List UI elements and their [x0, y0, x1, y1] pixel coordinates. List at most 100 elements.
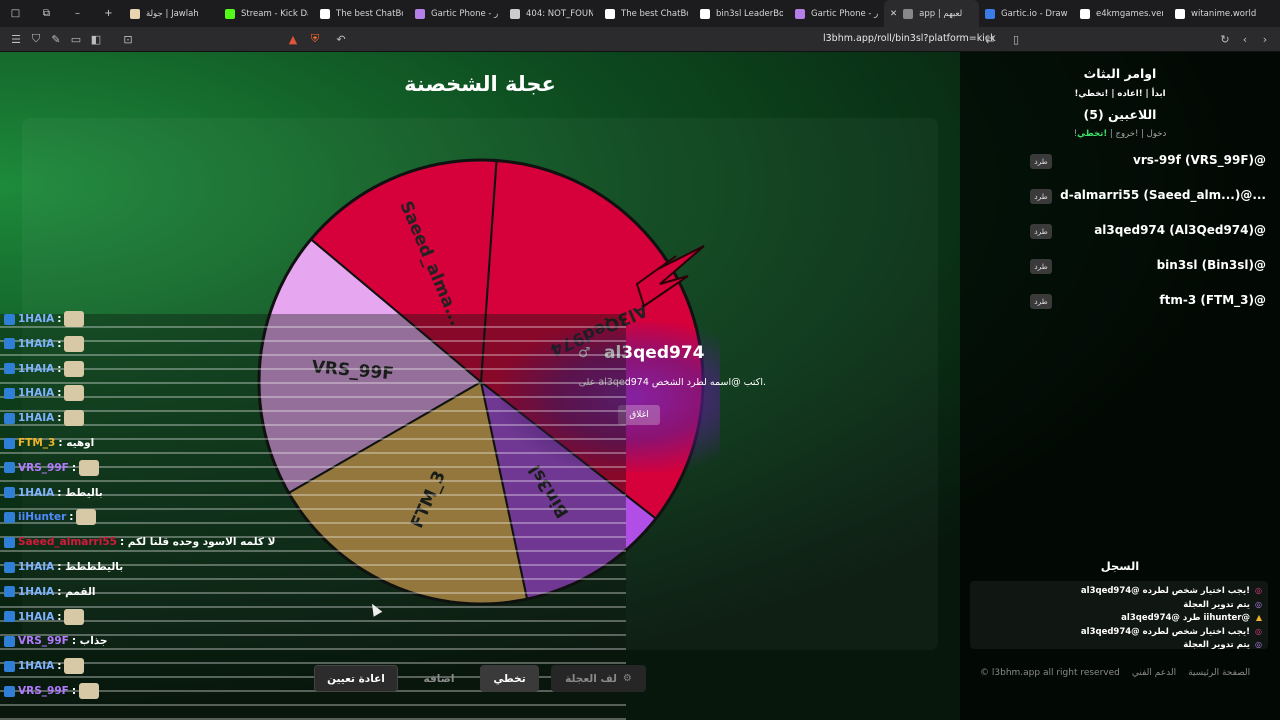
browser-tab[interactable]: bin3sl LeaderBoa [694, 0, 789, 27]
reload-icon[interactable]: ↻ [1215, 29, 1235, 49]
page-title: عجلة الشخصنة [404, 72, 556, 96]
log-entry-icon: ◎ [1255, 626, 1262, 636]
tabs-icon[interactable]: ▭ [66, 29, 86, 49]
new-tab-icon[interactable]: + [93, 0, 124, 27]
chat-text: : القمم [57, 585, 96, 598]
browser-tab[interactable]: جولة | Jawlah [124, 0, 219, 27]
chat-text: : باليطط [57, 486, 103, 499]
tab-favicon-icon [1080, 8, 1090, 19]
chat-emote-icon [64, 335, 85, 352]
chat-text: : جذاب [71, 635, 108, 648]
chat-badge-icon [4, 635, 15, 647]
player-name: bin3sl (Bin3sl)@ [1156, 258, 1266, 272]
url-text[interactable]: l3bhm.app/roll/bin3sl?platform=kick [823, 33, 996, 44]
chat-badge-icon [4, 412, 15, 424]
log-entry: يتم تدوير العجلة [1183, 640, 1250, 649]
chat-badge-icon [4, 437, 15, 449]
chat-badge-icon [4, 611, 15, 623]
browser-tab[interactable]: Gartic Phone - ور [409, 0, 504, 27]
bookmark-icon[interactable]: ▯ [1006, 29, 1026, 49]
chat-text: : [69, 511, 74, 524]
chat-text: : [71, 685, 77, 697]
chat-emote-icon [79, 683, 100, 699]
screenshot-icon[interactable]: ⊡ [118, 29, 138, 49]
tab-favicon-icon [130, 8, 140, 19]
page: عجلة الشخصنة Al3Qed974Saeed_alma...VRS_9… [0, 52, 1280, 720]
chat-username: FTM_3 [18, 437, 56, 449]
player-row: طرد ftm-3 (FTM_3)@ [1026, 292, 1266, 312]
log-entry-icon: ◎ [1255, 586, 1262, 595]
chat-emote-icon [64, 385, 85, 402]
reset-button[interactable]: اعادة تعيين [314, 665, 398, 692]
browser-tab[interactable]: Gartic.io - Draw, [979, 0, 1074, 27]
tab-pin-icon[interactable]: ⧉ [31, 0, 62, 27]
chat-badge-icon [4, 338, 15, 350]
tab-label: The best ChatBot [336, 8, 403, 19]
chat-text: : [57, 660, 62, 673]
commands-list: !ابدأ | !اعاده | !تخطي [1074, 89, 1166, 99]
browser-tab[interactable]: Gartic Phone - ور [789, 0, 884, 27]
player-name: al3qed974 (Al3Qed974)@ [1094, 223, 1266, 237]
sidebar-toggle-icon[interactable]: ◧ [86, 29, 106, 49]
chat-emote-icon [64, 410, 85, 427]
tab-list-icon[interactable]: □ [0, 0, 31, 27]
browser-tab[interactable]: ✕ app | لعبهم [884, 0, 979, 27]
player-row: طرد bin3sl (Bin3sl)@ [1026, 257, 1266, 277]
close-button[interactable]: اغلاق [618, 405, 660, 425]
tab-close-icon[interactable]: ✕ [890, 9, 897, 19]
back-icon[interactable]: ‹ [1235, 29, 1255, 49]
share-link-icon[interactable]: ⇄ [980, 29, 1000, 49]
join-skip: !تخطي [1077, 129, 1108, 139]
tab-label: Gartic Phone - ور [811, 8, 878, 19]
chat-text: : باليطططط [57, 561, 124, 573]
log-title: السجل [1100, 559, 1140, 573]
tab-label: The best ChatBot [621, 8, 688, 19]
browser-tab[interactable]: e4kmgames.verce [1074, 0, 1169, 27]
tab-favicon-icon [1175, 8, 1185, 19]
brave-rewards-icon[interactable]: ▲ [283, 29, 303, 49]
brave-shield-icon[interactable]: ⛨ [305, 29, 325, 49]
chat-badge-icon [4, 561, 15, 573]
tab-favicon-icon [415, 8, 425, 19]
minimize-icon[interactable]: – [62, 0, 93, 27]
browser-tab[interactable]: witanime.world [1169, 0, 1264, 27]
chat-badge-icon [4, 363, 15, 375]
back-history-icon[interactable]: ↶ [331, 29, 351, 49]
log-entry-icon: ▲ [1255, 613, 1262, 622]
tab-label: جولة | Jawlah [146, 8, 199, 19]
tab-label: e4kmgames.verce [1096, 8, 1163, 19]
forward-icon[interactable]: › [1255, 29, 1275, 49]
chat-badge-icon [4, 660, 15, 672]
chat-message: 1HAIA: باليطط [4, 482, 103, 504]
kick-button[interactable]: طرد [1030, 259, 1052, 274]
extensions-icon[interactable]: ✎ [46, 29, 66, 49]
browser-tab[interactable]: The best ChatBot [599, 0, 694, 27]
tab-favicon-icon [605, 8, 615, 19]
kick-button[interactable]: طرد [1030, 224, 1052, 239]
kick-button[interactable]: طرد [1030, 294, 1052, 309]
browser-tab[interactable]: Stream - Kick Da [219, 0, 314, 27]
add-button[interactable]: اضافه [412, 665, 466, 692]
tab-favicon-icon [985, 8, 995, 19]
players-title: اللاعبين (5) [1083, 107, 1157, 122]
browser-tab[interactable]: 404: NOT_FOUND [504, 0, 599, 27]
skip-button[interactable]: تخطي [480, 665, 539, 692]
footer-link[interactable]: الصفحة الرئيسية [1188, 668, 1250, 678]
player-name: vrs-99f (VRS_99F)@ [1133, 153, 1266, 167]
chat-emote-icon [64, 658, 85, 675]
tab-favicon-icon [320, 8, 330, 19]
spin-label: لف العجلة [565, 672, 617, 685]
kick-button[interactable]: طرد [1030, 154, 1052, 169]
tab-favicon-icon [700, 8, 710, 19]
footer-link[interactable]: الدعم الفني [1132, 668, 1176, 678]
kick-button[interactable]: طرد [1030, 189, 1052, 204]
sidebar-menu-icon[interactable]: ☰ [6, 29, 26, 49]
browser-tab[interactable]: The best ChatBot [314, 0, 409, 27]
shield-icon[interactable]: ⛉ [26, 29, 46, 49]
spin-button[interactable]: لف العجلة ⚙ [551, 665, 646, 692]
chat-text: : [57, 610, 62, 623]
chat-badge-icon [4, 511, 15, 523]
chat-username: 1HAIA [18, 660, 55, 673]
chat-username: VRS_99F [18, 461, 69, 474]
chat-badge-icon [4, 462, 15, 474]
